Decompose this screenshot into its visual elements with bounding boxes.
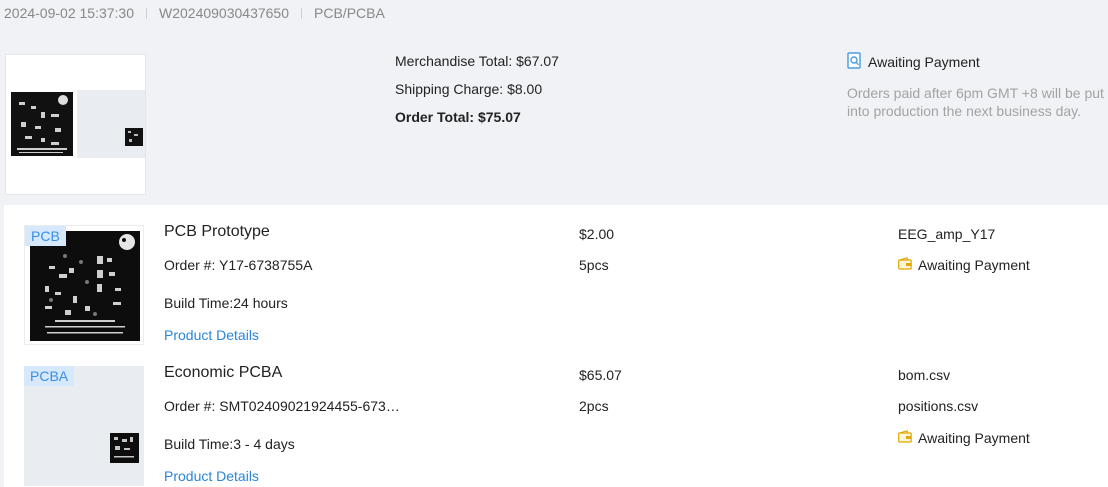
order-status: Awaiting Payment bbox=[847, 52, 980, 72]
search-document-icon bbox=[847, 52, 862, 72]
item-build-time: Build Time:24 hours bbox=[164, 295, 288, 311]
item-status-label: Awaiting Payment bbox=[918, 430, 1030, 446]
item-type-tag: PCBA bbox=[24, 366, 75, 386]
order-item-pcba: PCBA Economic PCBA Order #: SMT024090219… bbox=[4, 346, 1108, 487]
item-type-tag: PCB bbox=[25, 226, 66, 246]
order-items: PCB PCB Prototype Order #: Y17-6738755A … bbox=[4, 205, 1108, 487]
item-order-number: Order #: SMT02409021924455-673… bbox=[164, 398, 400, 414]
product-details-link[interactable]: Product Details bbox=[164, 468, 259, 484]
item-status-label: Awaiting Payment bbox=[918, 257, 1030, 273]
item-file-positions[interactable]: positions.csv bbox=[898, 398, 978, 414]
divider bbox=[301, 7, 303, 19]
item-title: Economic PCBA bbox=[164, 364, 283, 381]
item-price: $65.07 bbox=[579, 367, 622, 383]
wallet-icon bbox=[898, 257, 912, 273]
order-category: PCB/PCBA bbox=[314, 5, 385, 21]
merchandise-total: Merchandise Total: $67.07 bbox=[395, 53, 559, 69]
order-status-label: Awaiting Payment bbox=[868, 54, 980, 70]
item-status: Awaiting Payment bbox=[898, 430, 1030, 446]
order-id[interactable]: W202409030437650 bbox=[159, 5, 289, 21]
payment-note: Orders paid after 6pm GMT +8 will be put… bbox=[847, 85, 1104, 119]
item-build-time: Build Time:3 - 4 days bbox=[164, 436, 295, 452]
order-date: 2024-09-02 15:37:30 bbox=[4, 5, 134, 21]
order-summary: Merchandise Total: $67.07 Shipping Charg… bbox=[0, 40, 1108, 202]
item-order-number: Order #: Y17-6738755A bbox=[164, 257, 313, 273]
order-header: 2024-09-02 15:37:30 W202409030437650 PCB… bbox=[4, 4, 385, 22]
item-price: $2.00 bbox=[579, 226, 615, 242]
item-quantity: 5pcs bbox=[579, 257, 609, 273]
item-status: Awaiting Payment bbox=[898, 257, 1030, 273]
item-file-bom[interactable]: bom.csv bbox=[898, 367, 950, 383]
divider bbox=[146, 7, 147, 19]
pcba-thumbnail bbox=[77, 90, 145, 158]
wallet-icon bbox=[898, 430, 912, 446]
product-details-link[interactable]: Product Details bbox=[164, 327, 259, 343]
order-item-pcb: PCB PCB Prototype Order #: Y17-6738755A … bbox=[4, 205, 1108, 346]
pcb-image[interactable]: PCB bbox=[24, 225, 144, 345]
item-file-name[interactable]: EEG_amp_Y17 bbox=[898, 226, 995, 242]
pcba-image[interactable]: PCBA bbox=[24, 366, 144, 486]
pcb-thumbnail bbox=[9, 90, 74, 158]
item-quantity: 2pcs bbox=[579, 398, 609, 414]
board-thumbnails[interactable] bbox=[5, 54, 146, 195]
shipping-charge: Shipping Charge: $8.00 bbox=[395, 81, 543, 97]
order-total: Order Total: $75.07 bbox=[395, 109, 521, 125]
item-title: PCB Prototype bbox=[164, 223, 270, 240]
